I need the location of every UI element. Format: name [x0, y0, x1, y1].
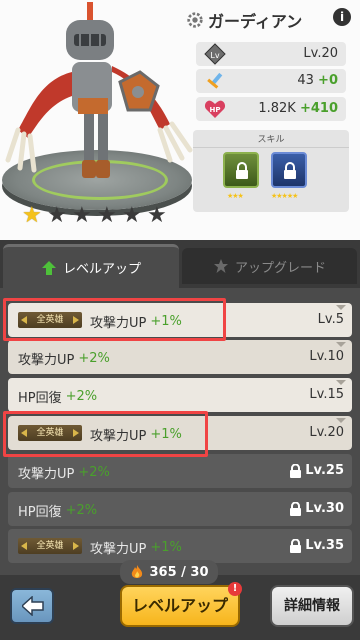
tab-levelup[interactable]: レベルアップ — [3, 244, 179, 288]
lock-icon — [290, 538, 302, 553]
corner-icon — [336, 305, 346, 310]
row-level: Lv.10 — [309, 349, 344, 364]
corner-icon — [336, 342, 346, 347]
skill-slot-1[interactable] — [223, 152, 259, 188]
skill-2-stars: ★★★★★ — [271, 192, 298, 200]
svg-text:Lv: Lv — [210, 51, 219, 60]
attack-stat: 43 +0 — [196, 69, 346, 93]
hero-name-row: ガーディアン — [186, 8, 302, 32]
heart-icon: HP — [204, 100, 226, 118]
hp-stat: HP 1.82K +410 — [196, 97, 346, 121]
row-level-locked: Lv.35 — [289, 538, 344, 553]
all-heroes-badge: 全英雄 — [18, 312, 82, 328]
hero-display: ★ ★ ★ ★ ★ ★ ガーディアン i Lv Lv.20 43 +0 HP 1.8 — [0, 0, 360, 240]
star-icon: ★ — [47, 203, 67, 228]
star-icon: ★ — [72, 203, 92, 228]
levelup-button[interactable]: レベルアップ — [120, 585, 240, 627]
details-button[interactable]: 詳細情報 — [270, 585, 354, 627]
star-icon: ★ — [147, 203, 167, 228]
row-description: 攻撃力UP +1% — [90, 314, 182, 331]
lock-icon — [290, 463, 302, 478]
arrow-up-icon — [41, 260, 56, 275]
star-icon: ★ — [122, 203, 142, 228]
gear-icon — [187, 12, 203, 28]
back-arrow-icon — [22, 596, 44, 616]
row-level: Lv.5 — [317, 312, 344, 327]
attack-value: 43 +0 — [297, 73, 338, 88]
all-heroes-badge: 全英雄 — [18, 425, 82, 441]
currency-value: 365 / 30 — [149, 564, 209, 580]
all-heroes-badge: 全英雄 — [18, 538, 82, 554]
row-description: 攻撃力UP +1% — [90, 427, 182, 444]
skill-slot-2[interactable] — [271, 152, 307, 188]
sword-icon — [207, 72, 223, 89]
alert-badge: ! — [228, 582, 242, 596]
tab-upgrade[interactable]: アップグレード — [182, 248, 357, 284]
lock-icon — [284, 162, 296, 179]
skill-1-stars: ★★★ — [227, 192, 244, 200]
level-value: Lv.20 — [303, 46, 338, 61]
fire-icon — [132, 565, 143, 578]
skill-title: スキル — [193, 132, 349, 148]
row-description: 攻撃力UP +1% — [90, 540, 182, 557]
lock-icon — [290, 501, 302, 516]
row-level-locked: Lv.30 — [289, 501, 344, 516]
skill-panel: スキル ★★★ ★★★★★ — [193, 130, 349, 212]
row-description: 攻撃力UP +2% — [18, 465, 110, 482]
corner-icon — [336, 380, 346, 385]
level-currency: 365 / 30 — [120, 560, 218, 584]
list-item: 全英雄 攻撃力UP +1% Lv.35 — [8, 529, 352, 563]
star-icon — [213, 259, 228, 273]
row-level-locked: Lv.25 — [289, 463, 344, 478]
corner-icon — [336, 418, 346, 423]
hero-name: ガーディアン — [208, 12, 303, 31]
level-stat: Lv Lv.20 — [196, 42, 346, 66]
row-description: HP回復 +2% — [18, 389, 98, 406]
level-icon: Lv — [204, 43, 226, 65]
hero-character-image — [5, 2, 193, 178]
info-icon[interactable]: i — [333, 8, 351, 26]
row-description: 攻撃力UP +2% — [18, 351, 110, 368]
list-item: 攻撃力UP +2% Lv.10 — [8, 340, 352, 374]
tab-levelup-label: レベルアップ — [62, 262, 141, 277]
lock-icon — [236, 162, 248, 179]
list-item: 全英雄 攻撃力UP +1% Lv.20 — [8, 416, 352, 450]
row-level: Lv.20 — [309, 425, 344, 440]
hero-star-rating: ★ ★ ★ ★ ★ ★ — [22, 205, 169, 227]
star-icon: ★ — [97, 203, 117, 228]
list-item: 攻撃力UP +2% Lv.25 — [8, 454, 352, 488]
back-button[interactable] — [10, 588, 54, 624]
row-description: HP回復 +2% — [18, 503, 98, 520]
hp-value: 1.82K +410 — [258, 101, 338, 116]
svg-text:HP: HP — [210, 106, 221, 114]
list-item: HP回復 +2% Lv.15 — [8, 378, 352, 412]
list-item: HP回復 +2% Lv.30 — [8, 492, 352, 526]
list-item: 全英雄 攻撃力UP +1% Lv.5 — [8, 303, 352, 337]
tab-upgrade-label: アップグレード — [234, 260, 326, 276]
row-level: Lv.15 — [309, 387, 344, 402]
star-icon: ★ — [22, 203, 42, 228]
